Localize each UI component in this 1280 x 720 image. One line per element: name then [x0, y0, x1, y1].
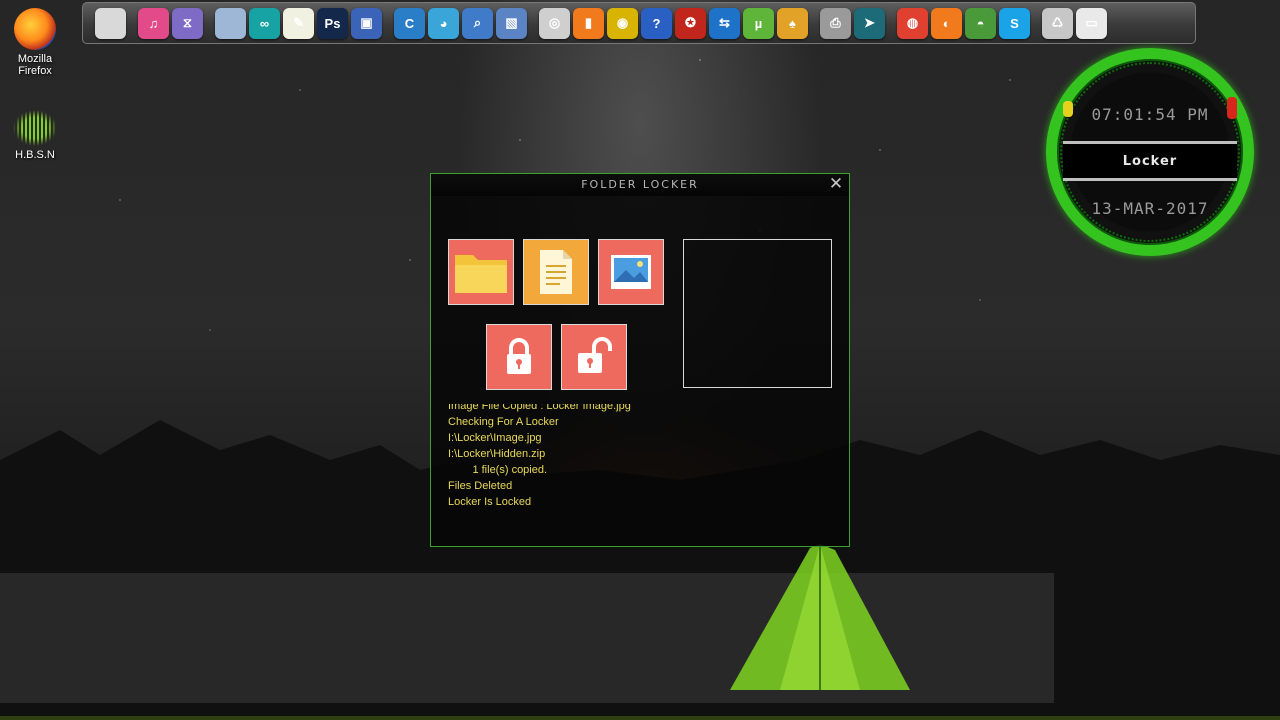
log-line: 1 file(s) copied.	[448, 464, 548, 476]
printer-icon[interactable]: ⎙	[820, 7, 851, 39]
virtualbox-cube-icon[interactable]	[215, 7, 246, 39]
antivirus-icon[interactable]: ✪	[675, 7, 706, 39]
show-desktop-icon[interactable]: ▭	[1076, 7, 1107, 39]
visual-studio-icon[interactable]: ⧖	[172, 7, 203, 39]
clock-date: 13-MAR-2017	[1091, 199, 1209, 218]
unlock-button[interactable]	[561, 324, 627, 390]
photoshop-icon[interactable]: Ps	[317, 7, 348, 39]
log-line: I:\Locker\Image.jpg	[448, 432, 542, 444]
application-dock: ♫ ⧖ ∞ ✎ Ps ▣ C ◕ ⌕ ▧ ◎ ▮ ◉? ✪ ⇆ µ ♠ ⎙ ➤ ◍ ◐ ◓ S ♺ ▭	[82, 2, 1196, 44]
firefox-icon	[14, 8, 56, 50]
waveform-icon	[13, 110, 57, 146]
browser-shield-icon[interactable]: ◕	[428, 7, 459, 39]
taskbar-edge	[0, 716, 1280, 720]
log-line: Files Deleted	[448, 480, 513, 492]
globe-icon[interactable]: ◓	[965, 7, 996, 39]
teamviewer-icon[interactable]: ⇆	[709, 7, 740, 39]
desktop-icon-label: H.B.S.N	[15, 149, 55, 161]
tent-graphic	[730, 544, 910, 690]
clock-label-band: Locker	[1063, 141, 1237, 181]
notepad-icon[interactable]: ✎	[283, 7, 314, 39]
select-folder-button[interactable]	[448, 239, 514, 305]
log-output: Image File Copied : Locker Image.jpg Che…	[448, 404, 828, 510]
folder-locker-window: FOLDER LOCKER ✕ Image File Copied: Lock…	[430, 173, 850, 547]
skype-icon[interactable]: S	[999, 7, 1030, 39]
help-icon[interactable]: ?	[641, 7, 672, 39]
select-file-button[interactable]	[523, 239, 589, 305]
network-computer-icon[interactable]: ▣	[351, 7, 382, 39]
clock-gadget[interactable]: 07:01:54 PM Locker 13-MAR-2017	[1046, 48, 1254, 256]
window-titlebar[interactable]: FOLDER LOCKER ✕	[431, 174, 849, 196]
clock-time: 07:01:54 PM	[1091, 105, 1209, 124]
desktop-icon-label: Mozilla Firefox	[17, 53, 53, 77]
unlock-icon	[578, 337, 612, 373]
recycle-bin-icon[interactable]: ♺	[1042, 7, 1073, 39]
log-line: Checking For A Locker	[448, 416, 559, 428]
bar-chart-app-icon[interactable]: ▮	[573, 7, 604, 39]
ant-downloader-icon[interactable]: ♠	[777, 7, 808, 39]
window-title: FOLDER LOCKER	[581, 178, 699, 191]
log-line: Locker Is Locked	[448, 496, 532, 508]
document-icon	[540, 250, 572, 294]
disk-utility-icon[interactable]: ◎	[539, 7, 570, 39]
select-image-button[interactable]	[598, 239, 664, 305]
image-preview-box	[683, 239, 832, 388]
utorrent-icon[interactable]: µ	[743, 7, 774, 39]
photo-tools-icon[interactable]: ⌕	[462, 7, 493, 39]
firefox-icon[interactable]: ◐	[931, 7, 962, 39]
cd-burner-icon[interactable]: ◉	[607, 7, 638, 39]
chrome-icon[interactable]: ◍	[897, 7, 928, 39]
arduino-icon[interactable]: ∞	[249, 7, 280, 39]
arrow-app-icon[interactable]: ➤	[854, 7, 885, 39]
lock-icon	[507, 338, 531, 374]
image-icon	[611, 255, 651, 289]
log-line: I:\Locker\Hidden.zip	[448, 448, 546, 460]
desktop-icon-firefox[interactable]: Mozilla Firefox	[8, 8, 62, 77]
folder-icon	[455, 255, 507, 293]
desktop-icon-hbsn[interactable]: H.B.S.N	[8, 110, 62, 161]
itunes-icon[interactable]: ♫	[138, 7, 169, 39]
eclipse-icon[interactable]: C	[394, 7, 425, 39]
lock-button[interactable]	[486, 324, 552, 390]
log-line: Image File Copied : Locker Image.jpg	[448, 404, 631, 412]
clock-label: Locker	[1122, 153, 1178, 169]
close-button[interactable]: ✕	[828, 175, 844, 193]
virtualbox-icon[interactable]: ▧	[496, 7, 527, 39]
system-icon[interactable]	[95, 7, 126, 39]
